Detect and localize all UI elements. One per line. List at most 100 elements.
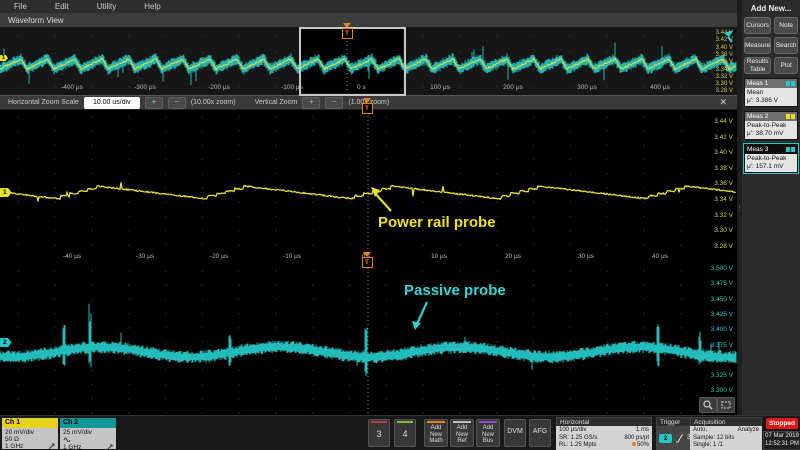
- h-samplerate: SR: 1.25 GS/s: [559, 435, 597, 443]
- add-new-math-button[interactable]: Add New Math: [424, 419, 448, 447]
- horizontal-zoom-scale-input[interactable]: [84, 97, 140, 109]
- meas-type: Peak-to-Peak: [747, 155, 795, 163]
- results-table-button[interactable]: Results Table: [744, 57, 771, 74]
- ch1-bandwidth: 1 GHz: [5, 443, 23, 450]
- ch1-badge[interactable]: Ch 1 20 mV/div 50 Ω 1 GHz: [2, 418, 58, 449]
- ov-time-label: -300 μs: [134, 84, 156, 91]
- v-zoom-minus-button[interactable]: −: [325, 97, 343, 109]
- ch2-scale: 25 mV/div: [63, 429, 113, 436]
- meas-value: μ': 38.70 mV: [747, 130, 795, 138]
- mid-volt-label: 3.40 V: [714, 149, 733, 156]
- rising-edge-icon: [675, 434, 684, 443]
- status-bar: Ch 1 20 mV/div 50 Ω 1 GHz Ch 2 25 mV/div…: [0, 415, 800, 450]
- h-zoom-plus-button[interactable]: +: [145, 97, 163, 109]
- power-rail-annotation: Power rail probe: [378, 214, 496, 231]
- bot-volt-label: 3.350 V: [711, 357, 733, 364]
- zoom-tool-button[interactable]: [699, 397, 717, 413]
- meas-2-card[interactable]: Meas 2 Peak-to-Peak μ': 38.70 mV: [744, 111, 798, 140]
- ov-volt-label: 3.30 V: [716, 81, 733, 88]
- meas-type: Peak-to-Peak: [747, 122, 795, 130]
- meas-1-card[interactable]: Meas 1 Mean μ': 3.386 V: [744, 78, 798, 107]
- bot-volt-label: 3.475 V: [711, 280, 733, 287]
- ov-time-label: -200 μs: [208, 84, 230, 91]
- time: 12:52:31 PM: [764, 440, 800, 448]
- h-zoom-factor: (10.00x zoom): [191, 99, 236, 106]
- acq-analyze: Analyze: [738, 427, 759, 435]
- sidebar: Add New... Cursors Note Measure Search R…: [742, 0, 800, 415]
- h-recordlength: RL: 1.25 Mpts: [559, 442, 596, 450]
- passive-probe-panel[interactable]: 3.500 V 3.475 V 3.450 V 3.425 V 3.400 V 3.375…: [0, 264, 737, 415]
- stopped-button[interactable]: Stopped: [766, 418, 798, 429]
- ov-time-label: -400 μs: [61, 84, 83, 91]
- midtime-label: -20 μs: [210, 253, 228, 260]
- midtime-label: 40 μs: [652, 253, 668, 260]
- note-button[interactable]: Note: [774, 17, 798, 34]
- mid-volt-label: 3.44 V: [714, 118, 733, 125]
- probe-icon: [106, 444, 113, 450]
- overview-trigger-marker[interactable]: T: [341, 23, 353, 39]
- ov-volt-label: 3.32 V: [716, 74, 733, 81]
- meas-value: μ': 157.1 mV: [747, 163, 795, 171]
- menu-help[interactable]: Help: [130, 2, 174, 11]
- measure-button[interactable]: Measure: [744, 37, 771, 54]
- acquisition-panel[interactable]: Acquisition Auto, Analyze Sample: 12 bit…: [690, 417, 762, 450]
- add-new-bus-button[interactable]: Add New Bus: [476, 419, 500, 447]
- midtime-label: -10 μs: [283, 253, 301, 260]
- menu-file[interactable]: File: [0, 2, 41, 11]
- search-button[interactable]: Search: [774, 37, 798, 54]
- pan-indicator-icon[interactable]: [720, 29, 734, 43]
- horizontal-panel[interactable]: Horizontal 100 μs/div 1 ms SR: 1.25 GS/s…: [556, 417, 652, 450]
- ov-time-label: 400 μs: [650, 84, 670, 91]
- v-zoom-plus-button[interactable]: +: [302, 97, 320, 109]
- passive-probe-annotation: Passive probe: [404, 282, 506, 299]
- h-zoom-minus-button[interactable]: −: [168, 97, 186, 109]
- mid-trigger-marker[interactable]: T: [361, 98, 373, 114]
- close-icon[interactable]: ✕: [719, 97, 727, 108]
- ch4-button[interactable]: 4: [394, 419, 416, 447]
- ov-time-label: 200 μs: [503, 84, 523, 91]
- probe-icon: [48, 443, 55, 450]
- passive-probe-waveform: [0, 264, 737, 415]
- afg-button[interactable]: AFG: [529, 419, 551, 447]
- mid-volt-label: 3.38 V: [714, 165, 733, 172]
- menu-utility[interactable]: Utility: [83, 2, 131, 11]
- ov-time-label: 300 μs: [577, 84, 597, 91]
- ov-volt-label: 3.28 V: [716, 88, 733, 95]
- date: 07 Mar 2019: [764, 432, 800, 440]
- dvm-button[interactable]: DVM: [504, 419, 526, 447]
- channel-badge-icon: [786, 81, 795, 86]
- bot-volt-label: 3.375 V: [711, 342, 733, 349]
- overview-panel[interactable]: -400 μs-300 μs-200 μs-100 μs100 μs200 μs…: [0, 27, 737, 95]
- h-scale: 100 μs/div: [559, 427, 586, 435]
- menu-edit[interactable]: Edit: [41, 2, 83, 11]
- bot-volt-label: 3.300 V: [711, 387, 733, 394]
- add-new-title: Add New...: [744, 4, 798, 13]
- power-rail-panel[interactable]: 3.44 V3.42 V3.40 V3.38 V3.36 V3.34 V3.32…: [0, 110, 737, 264]
- mid-volt-label: 3.30 V: [714, 227, 733, 234]
- bot-volt-label: 3.400 V: [711, 326, 733, 333]
- mid-volt-label: 3.32 V: [714, 212, 733, 219]
- ov-volt-label: 3.38 V: [716, 52, 733, 59]
- ch1-scale: 20 mV/div: [5, 429, 55, 436]
- oscilloscope-app: File Edit Utility Help Waveform View -40…: [0, 0, 800, 450]
- midtime-label: 30 μs: [578, 253, 594, 260]
- ch2-badge[interactable]: Ch 2 25 mV/div 1 GHz: [60, 418, 116, 449]
- meas-type: Mean: [747, 89, 795, 97]
- dashed-box-icon: [721, 400, 731, 410]
- bot-volt-label: 3.325 V: [711, 372, 733, 379]
- bot-volt-label: 3.425 V: [711, 311, 733, 318]
- box-select-tool-button[interactable]: [717, 397, 735, 413]
- ch2-bandwidth: 1 GHz: [63, 444, 81, 450]
- meas-3-card[interactable]: Meas 3 Peak-to-Peak μ': 157.1 mV: [744, 144, 798, 173]
- midtime-label: -30 μs: [136, 253, 154, 260]
- bot-trigger-marker[interactable]: T: [361, 252, 373, 268]
- add-new-ref-button[interactable]: Add New Ref: [450, 419, 474, 447]
- ch3-button[interactable]: 3: [368, 419, 390, 447]
- bot-volt-label: 3.450 V: [711, 296, 733, 303]
- bot-volt-label: 3.500 V: [711, 265, 733, 272]
- zoom-box-time-label: 0 s: [357, 84, 366, 91]
- cursors-button[interactable]: Cursors: [744, 17, 771, 34]
- waveform-view-tab[interactable]: Waveform View: [0, 13, 737, 28]
- mid-volt-label: 3.42 V: [714, 134, 733, 141]
- plot-button[interactable]: Plot: [774, 57, 798, 74]
